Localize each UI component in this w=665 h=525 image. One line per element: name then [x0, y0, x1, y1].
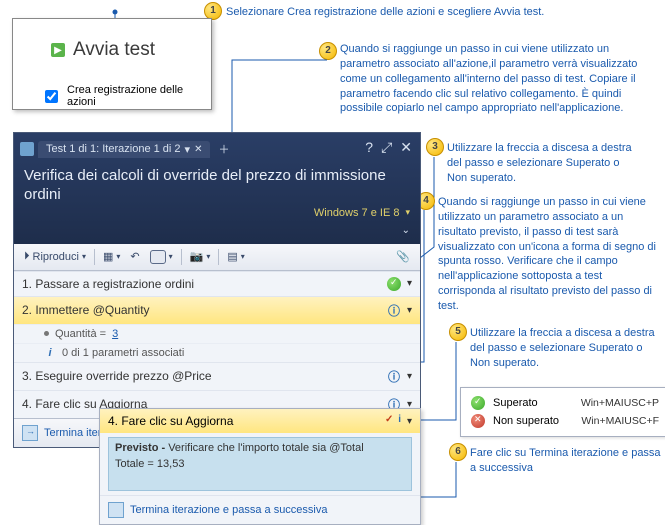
test-tab[interactable]: Test 1 di 1: Iterazione 1 di 2 ▾ ✕: [38, 141, 210, 158]
fail-shortcut: Win+MAIUSC+F: [581, 415, 659, 427]
camera-icon[interactable]: 📷▾: [186, 248, 215, 265]
param-value-link[interactable]: 3: [112, 328, 118, 340]
callout-badge-6: 6: [449, 443, 467, 461]
next-iteration-icon: [22, 425, 38, 441]
info-icon: ⓘ: [387, 368, 401, 385]
close-icon[interactable]: ✕: [400, 139, 412, 156]
callout-text-3: Utilizzare la freccia a discesa a destra…: [447, 141, 642, 186]
callout-text-6: Fare clic su Termina iterazione e passa …: [470, 446, 665, 476]
fail-label: Non superato: [493, 415, 573, 427]
step-2[interactable]: 2. Immettere @Quantity ⓘ ▾: [14, 296, 420, 324]
detail-end-iteration-label: Termina iterazione e passa a successiva: [130, 504, 327, 516]
expected-result-box: Previsto - Verificare che l'importo tota…: [108, 437, 412, 491]
test-config: Windows 7 e IE 8: [314, 207, 400, 219]
attach-icon[interactable]: 📎: [392, 248, 414, 265]
info-icon: ⓘ: [387, 302, 401, 319]
param-label: Quantità =: [55, 328, 106, 340]
callout-badge-5: 5: [449, 323, 467, 341]
panel-icon: [20, 142, 34, 156]
callout-text-4: Quando si raggiunge un passo in cui vien…: [438, 195, 656, 314]
create-action-recording-label: Crea registrazione delle azioni: [67, 84, 211, 108]
test-title: Verifica dei calcoli di override del pre…: [14, 161, 420, 207]
pass-icon: [471, 396, 485, 410]
expected-result-icon: [387, 414, 401, 428]
tab-label: Test 1 di 1: Iterazione 1 di 2: [46, 143, 181, 155]
next-iteration-icon: [108, 502, 124, 518]
total-label: Totale =: [115, 458, 154, 470]
step-detail-card: 4. Fare clic su Aggiorna ▾ Previsto - Ve…: [99, 408, 421, 525]
step-2-assoc: i 0 di 1 parametri associati: [14, 343, 420, 362]
callout-text-5: Utilizzare la freccia a discesa a destra…: [470, 326, 665, 371]
step-list: 1. Passare a registrazione ordini ▾ 2. I…: [14, 271, 420, 419]
step-label: 1. Passare a registrazione ordini: [22, 277, 381, 291]
assoc-label: 0 di 1 parametri associati: [62, 347, 184, 359]
tab-close-icon[interactable]: ✕: [194, 144, 202, 155]
result-shortcut-legend: Superato Win+MAIUSC+P Non superato Win+M…: [460, 387, 665, 437]
step-2-param: Quantità = 3: [14, 324, 420, 343]
step-dropdown[interactable]: ▾: [407, 371, 412, 382]
step-label: 2. Immettere @Quantity: [22, 303, 381, 317]
chevron-down-icon[interactable]: ▾: [405, 207, 410, 218]
create-action-recording-checkbox[interactable]: Crea registrazione delle azioni: [41, 84, 211, 108]
start-test-button[interactable]: ▶ Avvia test: [51, 39, 155, 61]
step-3[interactable]: 3. Eseguire override prezzo @Price ⓘ ▾: [14, 362, 420, 390]
start-test-popout: ▶ Avvia test Crea registrazione delle az…: [12, 18, 212, 110]
collapse-icon[interactable]: ⤢: [381, 139, 392, 156]
step-label: 3. Eseguire override prezzo @Price: [22, 369, 381, 383]
detail-step-label: 4. Fare clic su Aggiorna: [108, 414, 381, 428]
total-value: 13,53: [157, 458, 185, 470]
doc-icon[interactable]: ▤▾: [223, 248, 248, 265]
undo-icon[interactable]: ↶: [126, 248, 143, 265]
start-test-label: Avvia test: [73, 39, 155, 61]
callout-text-1: Selezionare Crea registrazione delle azi…: [226, 5, 544, 20]
pass-shortcut: Win+MAIUSC+P: [581, 397, 659, 409]
runner-window-controls: ? ⤢ ✕: [365, 139, 412, 156]
fail-icon: [471, 414, 485, 428]
callout-badge-2: 2: [319, 42, 337, 60]
collapse-chevron-icon[interactable]: ⌄: [402, 225, 410, 236]
toggle-a[interactable]: ▦▾: [99, 248, 124, 265]
help-icon[interactable]: ?: [365, 139, 373, 156]
pass-label: Superato: [493, 397, 573, 409]
step-1[interactable]: 1. Passare a registrazione ordini ▾: [14, 271, 420, 296]
test-runner-panel: ? ⤢ ✕ Test 1 di 1: Iterazione 1 di 2 ▾ ✕…: [13, 132, 421, 448]
step-dropdown[interactable]: ▾: [407, 305, 412, 316]
info-icon: i: [44, 347, 56, 359]
add-tab-button[interactable]: ＋: [214, 139, 233, 159]
expected-label: Previsto -: [115, 442, 165, 454]
step-dropdown[interactable]: ▾: [407, 278, 412, 289]
bullet-icon: [44, 331, 49, 336]
expected-text: Verificare che l'importo totale sia @Tot…: [168, 442, 363, 454]
bug-icon[interactable]: ▾: [146, 248, 177, 266]
detail-end-iteration-link[interactable]: Termina iterazione e passa a successiva: [100, 495, 420, 524]
play-icon: ▶: [51, 43, 65, 57]
runner-toolbar: ⏵ Riproduci ▾ ▦▾ ↶ ▾ 📷▾ ▤▾ 📎: [14, 244, 420, 271]
pass-icon: [387, 277, 401, 291]
play-icon: ⏵: [24, 250, 30, 263]
play-dropdown[interactable]: ⏵ Riproduci ▾: [20, 248, 90, 265]
callout-text-2: Quando si raggiunge un passo in cui vien…: [340, 42, 658, 116]
create-action-recording-input[interactable]: [45, 90, 58, 103]
detail-dropdown[interactable]: ▾: [407, 416, 412, 427]
chevron-down-icon[interactable]: ▾: [185, 143, 191, 156]
play-label: Riproduci: [33, 251, 79, 263]
callout-badge-3: 3: [426, 138, 444, 156]
